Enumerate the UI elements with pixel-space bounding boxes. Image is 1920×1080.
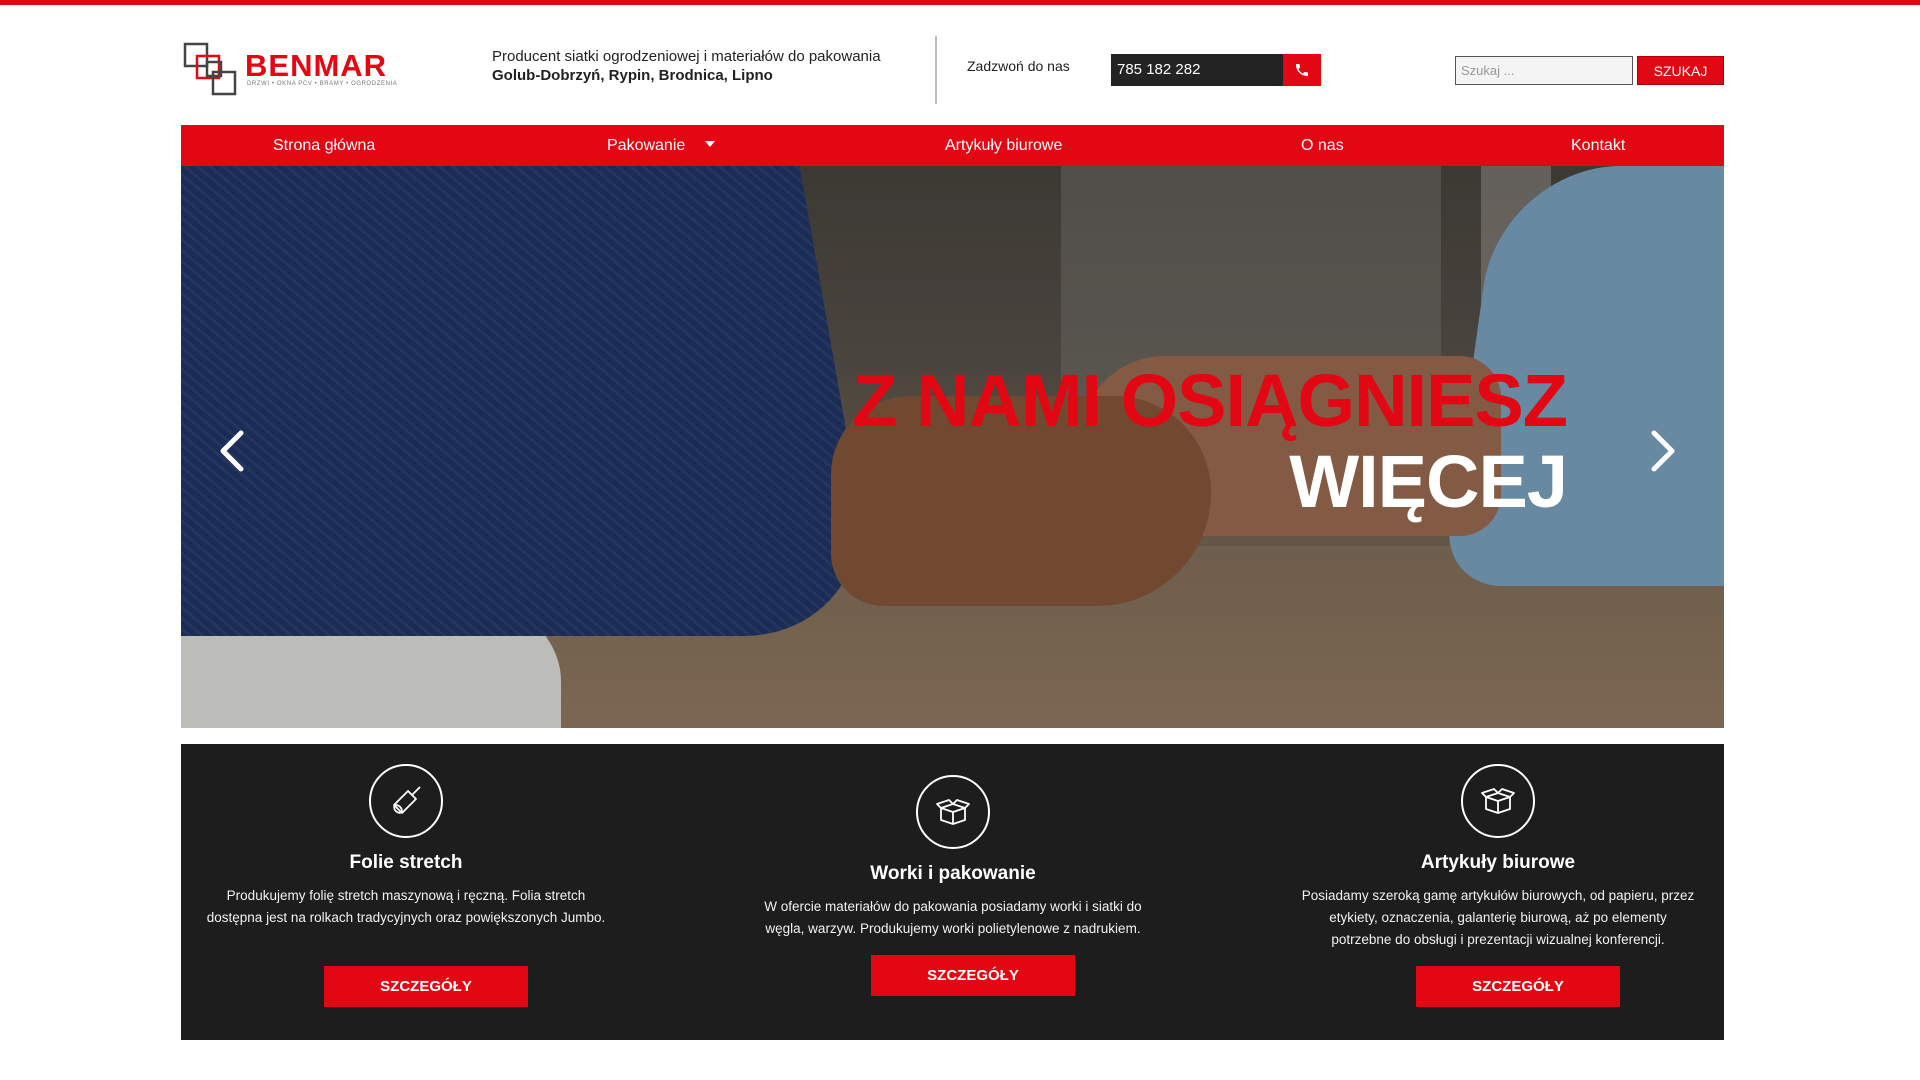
open-box-icon <box>936 799 970 825</box>
feature-title: Folie stretch <box>349 852 463 873</box>
chevron-right-icon <box>1651 430 1675 472</box>
call-label: Zadzwoń do nas <box>967 58 1070 74</box>
open-box-icon <box>1481 788 1515 814</box>
stretch-film-roll-icon <box>393 786 421 814</box>
nav-item-home[interactable]: Strona główna <box>273 125 375 166</box>
company-locations: Golub-Dobrzyń, Rypin, Brodnica, Lipno <box>492 67 773 84</box>
nav-label: Strona główna <box>273 137 376 154</box>
nav-label: Pakowanie <box>607 137 686 154</box>
nav-item-office-supplies[interactable]: Artykuły biurowe <box>945 125 1062 166</box>
feature-bags-packaging: Worki i pakowanie W ofercie materiałów d… <box>733 744 1173 1040</box>
feature-stretch-film: Folie stretch Produkujemy folię stretch … <box>186 744 626 1040</box>
site-logo[interactable]: BENMAR DRZWI • OKNA PCV • BRAMY • OGRODZ… <box>183 40 397 100</box>
feature-details-button[interactable]: SZCZEGÓŁY <box>324 966 528 1007</box>
feature-office-supplies: Artykuły biurowe Posiadamy szeroką gamę … <box>1278 744 1718 1040</box>
nav-item-contact[interactable]: Kontakt <box>1571 125 1625 166</box>
chevron-left-icon <box>220 430 244 472</box>
nav-item-about[interactable]: O nas <box>1301 125 1344 166</box>
company-description: Producent siatki ogrodzeniowej i materia… <box>492 48 881 65</box>
feature-icon-wrapper <box>916 775 990 849</box>
feature-description: Posiadamy szeroką gamę artykułów biurowy… <box>1301 888 1695 947</box>
nav-label: O nas <box>1301 137 1344 154</box>
search-button[interactable]: SZUKAJ <box>1637 56 1724 85</box>
logo-squares-icon <box>183 42 237 96</box>
company-info: Producent siatki ogrodzeniowej i materia… <box>492 47 912 85</box>
feature-description: Produkujemy folię stretch maszynową i rę… <box>206 888 606 925</box>
nav-item-packaging[interactable]: Pakowanie <box>607 125 716 166</box>
search-input[interactable] <box>1455 56 1633 85</box>
feature-details-button[interactable]: SZCZEGÓŁY <box>871 955 1075 996</box>
logo-tagline: DRZWI • OKNA PCV • BRAMY • OGRODZENIA <box>247 81 398 87</box>
feature-icon-wrapper <box>369 764 443 838</box>
feature-description: W ofercie materiałów do pakowania posiad… <box>764 899 1142 936</box>
feature-title: Artykuły biurowe <box>1420 852 1576 873</box>
logo-name: BENMAR <box>245 48 388 83</box>
features-section: Folie stretch Produkujemy folię stretch … <box>181 744 1724 1040</box>
nav-label: Kontakt <box>1571 137 1626 154</box>
slider-prev-button[interactable] <box>211 421 251 481</box>
hero-slider: Z NAMI OSIĄGNIESZ WIĘCEJ <box>181 166 1724 728</box>
feature-details-button[interactable]: SZCZEGÓŁY <box>1416 966 1620 1007</box>
feature-title: Worki i pakowanie <box>870 863 1036 884</box>
phone-icon <box>1296 64 1308 76</box>
hero-title-line2: WIĘCEJ <box>1289 440 1568 523</box>
header-divider <box>935 36 937 104</box>
phone-button[interactable] <box>1283 54 1321 86</box>
top-accent-line <box>0 0 1920 5</box>
caret-down-icon <box>705 141 716 147</box>
slider-next-button[interactable] <box>1644 421 1684 481</box>
main-navigation: Strona główna Pakowanie Artykuły biurowe… <box>181 125 1724 166</box>
feature-icon-wrapper <box>1461 764 1535 838</box>
hero-title-line1: Z NAMI OSIĄGNIESZ <box>852 359 1568 442</box>
nav-label: Artykuły biurowe <box>945 137 1063 154</box>
